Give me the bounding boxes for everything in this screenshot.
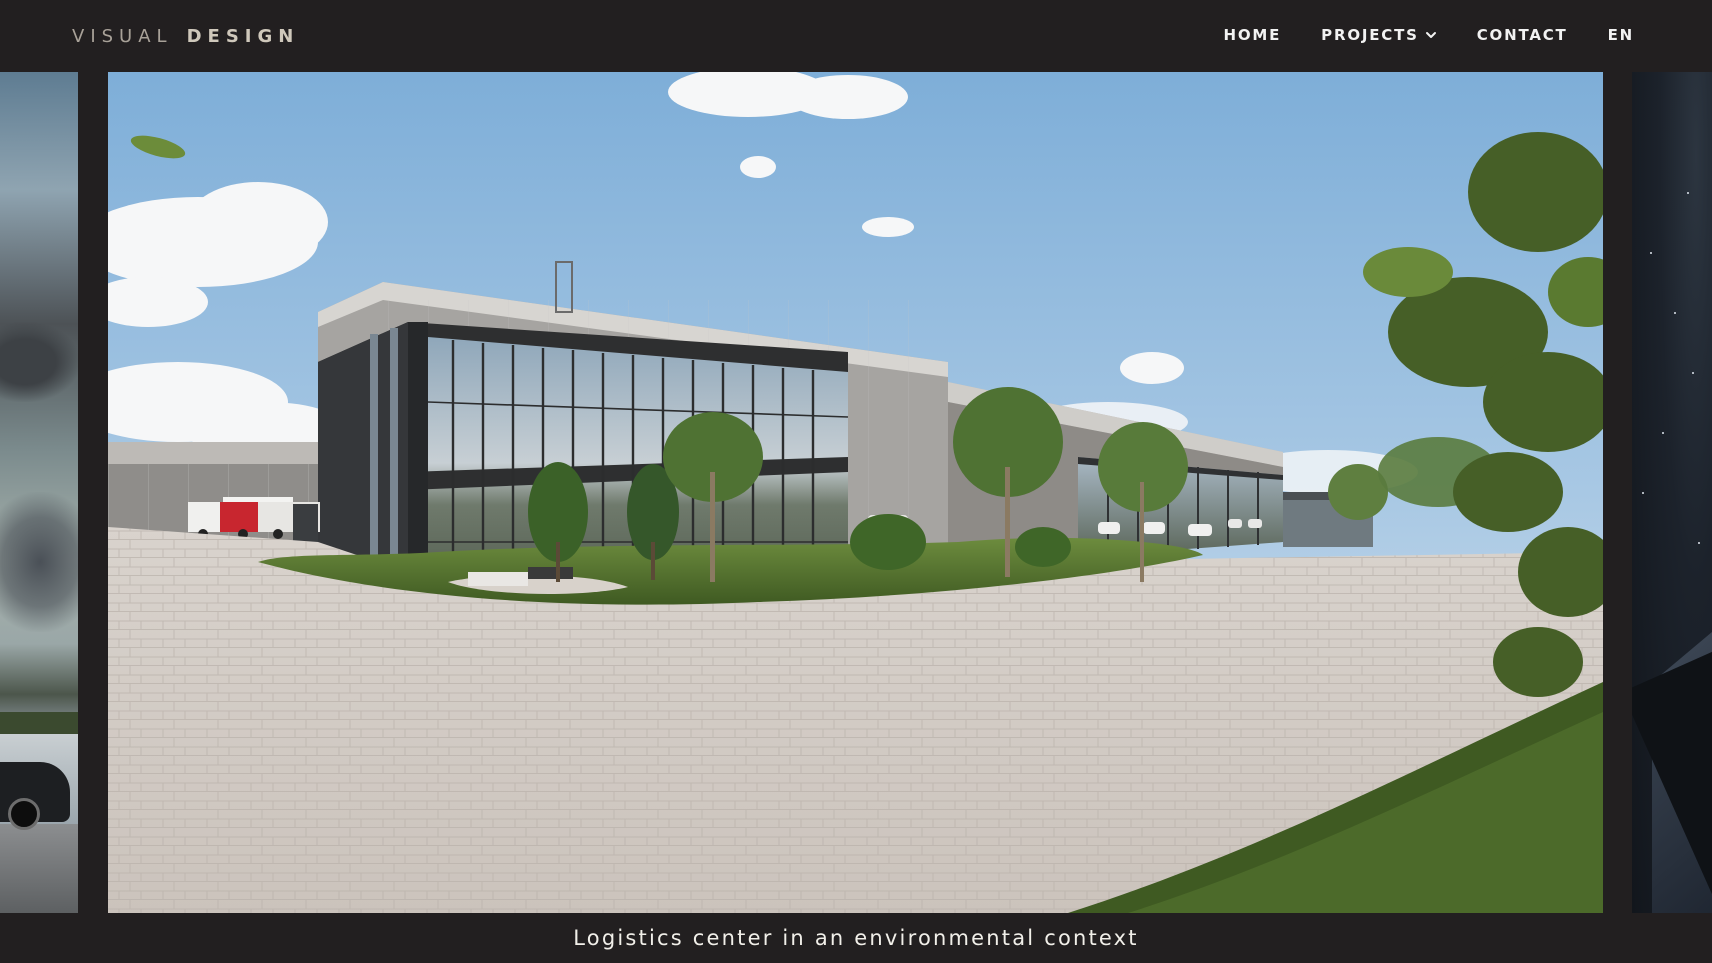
nav-contact[interactable]: CONTACT — [1457, 26, 1588, 44]
chevron-down-icon — [1425, 29, 1437, 41]
nav-home[interactable]: HOME — [1203, 26, 1301, 44]
language-label: EN — [1607, 26, 1634, 44]
nav-projects-label: PROJECTS — [1321, 26, 1419, 44]
nav-contact-label: CONTACT — [1476, 26, 1568, 44]
logo-light-text: VISUAL — [72, 25, 173, 47]
nav-home-label: HOME — [1223, 26, 1282, 44]
current-slide-image — [108, 72, 1603, 913]
nav-projects[interactable]: PROJECTS — [1301, 26, 1457, 44]
site-header: VISUAL DESIGN HOME PROJECTS CONTACT EN — [0, 0, 1712, 72]
logo[interactable]: VISUAL DESIGN — [72, 24, 299, 48]
previous-slide[interactable] — [0, 72, 78, 913]
main-nav: HOME PROJECTS CONTACT EN — [1203, 0, 1634, 70]
logo-bold-text: DESIGN — [186, 25, 300, 47]
next-slide[interactable] — [1632, 72, 1712, 913]
car-image — [0, 762, 70, 830]
slide-caption: Logistics center in an environmental con… — [573, 926, 1139, 950]
language-switcher[interactable]: EN — [1588, 26, 1634, 44]
image-carousel — [0, 72, 1712, 913]
